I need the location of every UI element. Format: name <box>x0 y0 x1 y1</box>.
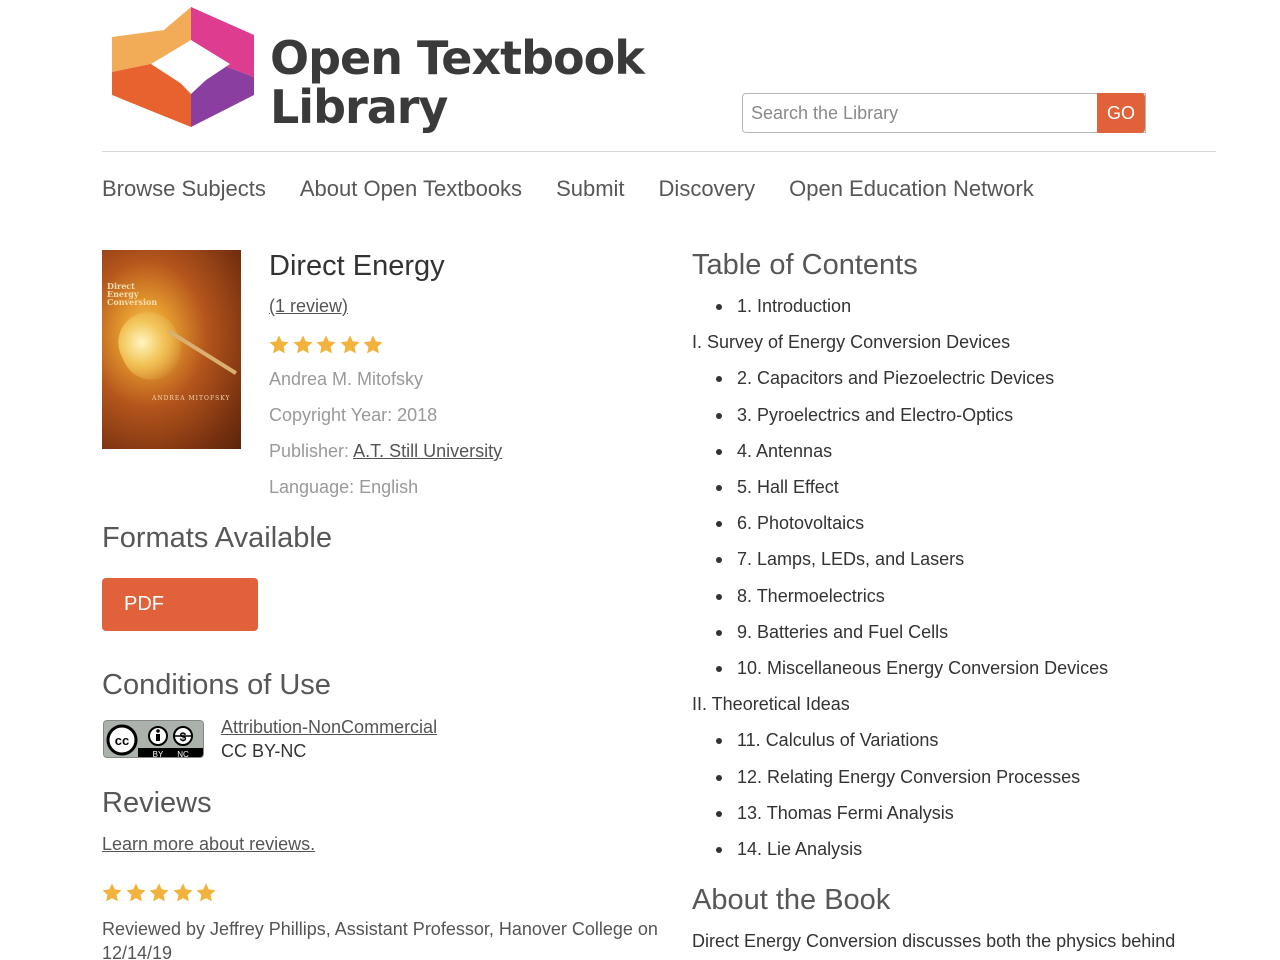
cc-badge-nc-label: NC <box>177 750 189 758</box>
toc-chapter: 12. Relating Energy Conversion Processes <box>737 766 1081 787</box>
star-icon <box>173 883 192 902</box>
toc-chapter: 8. Thermoelectrics <box>737 585 885 606</box>
toc-bullet <box>716 448 722 455</box>
toc-bullet <box>716 304 722 310</box>
nav-open-education-network[interactable]: Open Education Network <box>789 176 1034 206</box>
toc-chapter: 9. Batteries and Fuel Cells <box>737 621 949 642</box>
license-short-name: CC BY-NC <box>221 741 307 761</box>
nav-submit[interactable]: Submit <box>556 176 624 206</box>
toc-chapter: 13. Thomas Fermi Analysis <box>737 802 954 823</box>
learn-more-reviews-link[interactable]: Learn more about reviews. <box>102 834 315 855</box>
toc-bullet <box>716 738 722 745</box>
toc-heading: Table of Contents <box>692 249 918 281</box>
star-icon <box>269 335 289 354</box>
toc-bullet <box>716 629 722 636</box>
toc-chapter: 10. Miscellaneous Energy Conversion Devi… <box>737 658 1109 678</box>
logo-line1: Open Textbook <box>270 31 645 85</box>
book-copyright: Copyright Year: 2018 <box>269 405 438 425</box>
toc-chapter: 3. Pyroelectrics and Electro-Optics <box>737 404 1014 425</box>
toc-chapter: 7. Lamps, LEDs, and Lasers <box>737 549 965 570</box>
cc-license-badge-icon[interactable]: cc $ BY NC <box>103 720 204 758</box>
toc-bullet <box>716 376 722 383</box>
svg-text:cc: cc <box>115 733 129 748</box>
cover-bulb-graphic <box>108 302 192 390</box>
logo-icon[interactable] <box>112 2 254 130</box>
about-heading: About the Book <box>692 884 891 916</box>
nav-discovery[interactable]: Discovery <box>659 176 756 206</box>
review-rating-stars <box>101 882 219 904</box>
star-icon <box>293 335 312 354</box>
cc-badge-by-label: BY <box>153 750 164 758</box>
publisher-link[interactable]: A.T. Still University <box>353 441 502 461</box>
toc-bullet <box>716 412 722 419</box>
star-icon <box>126 883 145 902</box>
toc-chapter: 14. Lie Analysis <box>737 839 863 859</box>
search-input[interactable] <box>742 93 1146 133</box>
toc-part: II. Theoretical Ideas <box>692 694 850 715</box>
toc-bullet <box>716 485 722 491</box>
toc-chapter: 1. Introduction <box>737 296 852 316</box>
reviews-heading: Reviews <box>102 787 212 819</box>
book-title: Direct Energy <box>269 250 445 282</box>
conditions-heading: Conditions of Use <box>102 669 331 701</box>
cc-badge-graphic: cc $ BY NC <box>104 721 203 758</box>
toc-part: I. Survey of Energy Conversion Devices <box>692 332 1011 353</box>
review-count-link[interactable]: (1 review) <box>269 296 348 317</box>
toc-bullet <box>716 666 722 672</box>
book-cover-image: Direct Energy Conversion ANDREA MITOFSKY <box>102 250 241 449</box>
toc-chapter: 5. Hall Effect <box>737 477 839 497</box>
toc-chapter: 4. Antennas <box>737 440 833 461</box>
toc-bullet <box>716 521 722 528</box>
toc-chapter: 11. Calculus of Variations <box>737 730 939 751</box>
star-icon <box>363 335 383 354</box>
book-language: Language: English <box>269 477 419 497</box>
cover-author: ANDREA MITOFSKY <box>152 395 231 402</box>
about-text: Direct Energy Conversion discusses both … <box>692 931 1176 951</box>
star-icon <box>340 335 359 354</box>
star-icon <box>196 883 216 902</box>
logo-line2: Library <box>270 80 448 134</box>
logo-text[interactable]: Open Textbook Library <box>270 31 645 134</box>
license-link[interactable]: Attribution-NonCommercial <box>221 717 437 738</box>
nav-about-open-textbooks[interactable]: About Open Textbooks <box>300 176 522 206</box>
toc-chapter: 2. Capacitors and Piezoelectric Devices <box>737 368 1055 389</box>
svg-text:$: $ <box>180 730 187 744</box>
toc-bullet <box>716 810 722 817</box>
search-go-button[interactable]: GO <box>1097 93 1145 133</box>
cover-title: Direct Energy Conversion <box>107 281 158 307</box>
publisher-label: Publisher: <box>269 441 350 461</box>
book-publisher: Publisher: A.T. Still University <box>269 441 502 462</box>
toc-chapter: 6. Photovoltaics <box>737 513 865 534</box>
book-rating-stars <box>268 334 386 356</box>
star-icon <box>316 335 336 354</box>
nav-browse-subjects[interactable]: Browse Subjects <box>102 176 266 206</box>
star-icon <box>149 883 169 902</box>
book-author: Andrea M. Mitofsky <box>269 369 424 389</box>
formats-heading: Formats Available <box>102 522 332 554</box>
toc-bullet <box>716 593 722 600</box>
site-header: Open Textbook Library GO <box>102 0 1216 152</box>
toc-bullet <box>716 557 722 564</box>
star-icon <box>102 883 122 902</box>
toc-bullet <box>716 847 722 853</box>
toc-bullet <box>716 774 722 781</box>
main-nav: Browse Subjects About Open Textbooks Sub… <box>102 176 1068 206</box>
pdf-download-button[interactable]: PDF <box>102 578 258 631</box>
reviewer-byline: Reviewed by Jeffrey Phillips, Assistant … <box>102 919 658 960</box>
